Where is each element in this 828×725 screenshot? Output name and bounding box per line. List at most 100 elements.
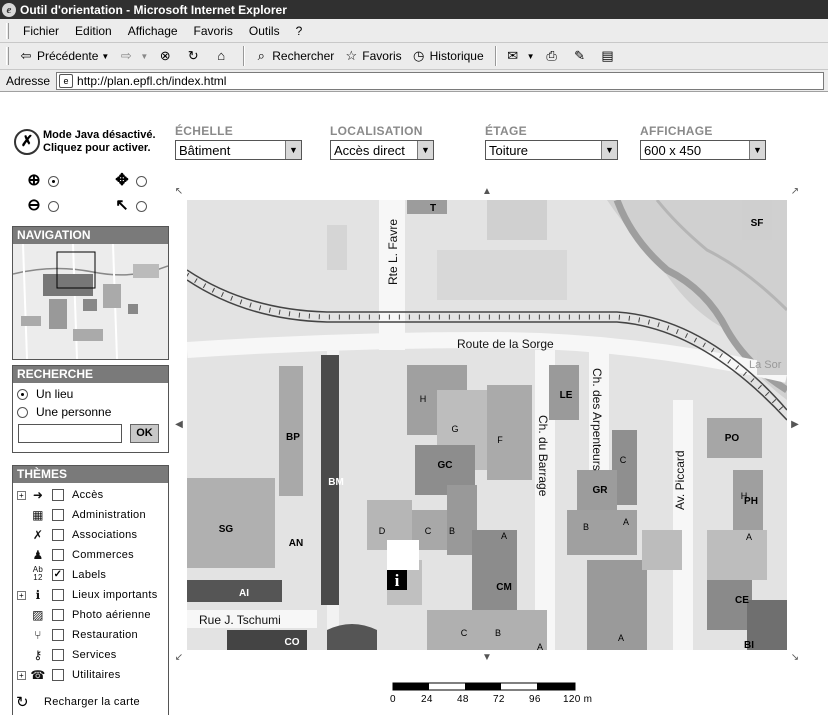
theme-item[interactable]: + ➜ Accès [13,485,168,505]
search-icon: ⌕ [257,48,265,63]
affichage-select[interactable]: 600 x 450 ▼ [640,140,766,160]
theme-checkbox[interactable] [52,629,64,641]
chevron-down-icon[interactable]: ▼ [417,141,433,159]
theme-item[interactable]: ♟ Commerces [13,545,168,565]
theme-item[interactable]: ⚷ Services [13,645,168,665]
pan-east-icon[interactable]: ▶ [789,419,801,431]
search-input[interactable] [18,424,122,443]
zoom-in-radio[interactable] [48,175,59,187]
label-a-3: A [618,633,624,643]
search-option-person[interactable]: Une personne [17,405,168,419]
chevron-down-icon[interactable]: ▼ [285,141,301,159]
pan-north-icon[interactable]: ▲ [481,186,493,198]
zoom-out-radio[interactable] [48,200,59,212]
label-cm: CM [496,582,512,593]
theme-item[interactable]: ▨ Photo aérienne [13,605,168,625]
campus-map[interactable]: i Route de la Sorge Rte L. Favre Ch. des… [187,200,787,650]
theme-item[interactable]: ✗ Associations [13,525,168,545]
label-gr: GR [593,485,609,496]
zoom-out-tool[interactable]: ⊖ [24,196,59,216]
theme-item[interactable]: + ☎ Utilitaires [13,665,168,685]
pan-south-icon[interactable]: ▼ [481,652,493,664]
phone-icon: ☎ [30,668,46,682]
theme-label: Commerces [72,549,134,561]
pan-northwest-icon[interactable]: ↖ [173,186,185,198]
edit-button[interactable]: ✎ [569,46,594,66]
expand-icon[interactable]: + [17,670,26,680]
forward-button[interactable]: ⇨ ▼ [115,46,151,66]
back-label: Précédente [37,49,99,63]
theme-item[interactable]: ▦ Administration [13,505,168,525]
java-activate-link[interactable]: ✗ Mode Java désactivé. Cliquez pour acti… [14,129,156,155]
localisation-select[interactable]: Accès direct ▼ [330,140,434,160]
menu-fichier[interactable]: Fichier [17,22,65,40]
pan-tool[interactable]: ✥ [112,171,147,191]
info-tool[interactable]: ↖ [112,196,147,216]
favorites-button[interactable]: ☆ Favoris [340,46,404,66]
theme-checkbox[interactable] [52,669,64,681]
stop-button[interactable]: ⊗ [154,46,179,66]
street-label-favre: Rte L. Favre [386,219,400,285]
label-c: C [620,455,627,465]
echelle-select[interactable]: Bâtiment ▼ [175,140,302,160]
map-canvas[interactable]: i Route de la Sorge Rte L. Favre Ch. des… [187,200,787,650]
label-an: AN [289,538,303,549]
mail-icon: ✉ [507,48,519,63]
mail-button[interactable]: ✉ ▼ [502,46,538,66]
theme-checkbox[interactable] [52,489,64,501]
back-arrow-icon: ⇦ [20,48,32,63]
pan-radio[interactable] [136,175,147,187]
discuss-button[interactable]: ▤ [597,46,622,66]
expand-icon[interactable]: + [17,590,26,600]
pan-northeast-icon[interactable]: ↗ [789,186,801,198]
menu-edition[interactable]: Edition [69,22,118,40]
reload-map-link[interactable]: ↻ Recharger la carte [16,693,140,711]
chevron-down-icon[interactable]: ▼ [601,141,617,159]
theme-checkbox[interactable] [52,649,64,661]
info-radio[interactable] [136,200,147,212]
label-ai: AI [239,588,249,599]
home-button[interactable]: ⌂ [210,46,235,66]
menu-help[interactable]: ? [290,22,309,40]
search-place-radio[interactable] [17,388,28,400]
theme-checkbox[interactable] [52,609,64,621]
pan-southeast-icon[interactable]: ↘ [789,652,801,664]
theme-checkbox[interactable] [52,549,64,561]
search-option-place[interactable]: Un lieu [17,387,168,401]
theme-item[interactable]: ⑂ Restauration [13,625,168,645]
theme-checkbox[interactable]: ✓ [52,569,64,581]
search-person-radio[interactable] [17,406,28,418]
search-ok-button[interactable]: OK [130,424,159,443]
theme-item[interactable]: Ab 12 ✓ Labels [13,565,168,585]
print-button[interactable]: ⎙ [541,46,566,66]
zoom-in-tool[interactable]: ⊕ [24,171,59,191]
overview-map[interactable] [12,243,169,360]
back-dropdown-icon[interactable]: ▼ [101,52,109,61]
address-input[interactable]: e http://plan.epfl.ch/index.html [56,71,824,90]
expand-icon[interactable]: + [17,490,26,500]
label-ce: CE [735,595,749,606]
etage-select[interactable]: Toiture ▼ [485,140,618,160]
pan-southwest-icon[interactable]: ↙ [173,652,185,664]
theme-checkbox[interactable] [52,529,64,541]
history-button[interactable]: ◷ Historique [408,46,487,66]
pan-west-icon[interactable]: ◀ [173,419,185,431]
theme-item[interactable]: + ℹ Lieux importants [13,585,168,605]
menu-bar: Fichier Edition Affichage Favoris Outils… [0,19,828,43]
chevron-down-icon[interactable]: ▼ [749,141,765,159]
back-button[interactable]: ⇦ Précédente ▼ [15,46,112,66]
history-icon: ◷ [412,48,425,63]
menu-favoris[interactable]: Favoris [188,22,239,40]
theme-checkbox[interactable] [52,509,64,521]
menu-affichage[interactable]: Affichage [122,22,184,40]
menu-outils[interactable]: Outils [243,22,286,40]
forward-dropdown-icon[interactable]: ▼ [140,52,148,61]
mail-dropdown-icon[interactable]: ▼ [527,52,535,61]
map-frame: ↖ ▲ ↗ ◀ ▶ ↙ ▼ ↘ i Route de la Sorge Rte … [170,183,804,667]
label-b-2: B [583,522,589,532]
search-button[interactable]: ⌕ Rechercher [250,46,337,66]
localisation-label: LOCALISATION [330,124,423,138]
java-notice-line1: Mode Java désactivé. [43,129,156,141]
theme-checkbox[interactable] [52,589,64,601]
refresh-button[interactable]: ↻ [182,46,207,66]
